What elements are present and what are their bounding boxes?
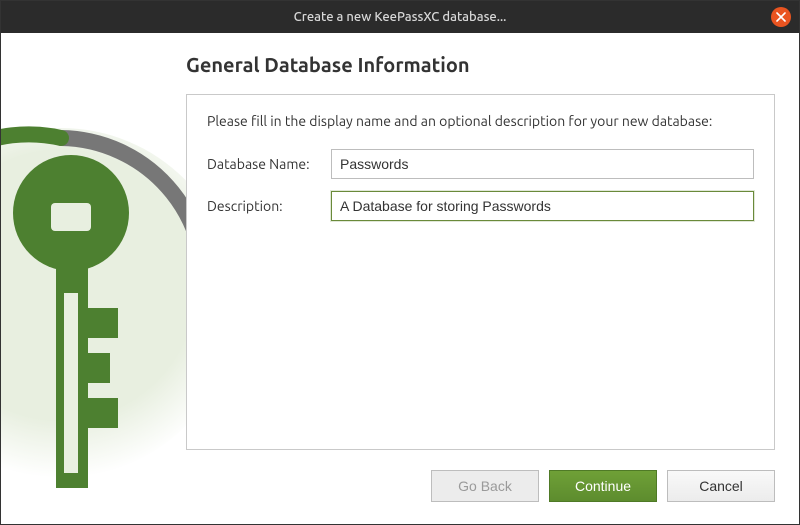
instruction-text: Please fill in the display name and an o…	[207, 113, 754, 129]
description-input[interactable]	[331, 191, 754, 221]
key-illustration	[1, 103, 211, 523]
close-button[interactable]	[771, 7, 791, 27]
cancel-button[interactable]: Cancel	[667, 470, 775, 502]
content-area: General Database Information Please fill…	[1, 33, 799, 524]
description-row: Description:	[207, 191, 754, 221]
form-card: Please fill in the display name and an o…	[186, 94, 775, 450]
close-icon	[776, 12, 786, 22]
continue-button[interactable]: Continue	[549, 470, 657, 502]
database-name-label: Database Name:	[207, 156, 331, 172]
go-back-button: Go Back	[431, 470, 539, 502]
database-name-input[interactable]	[331, 149, 754, 179]
titlebar: Create a new KeePassXC database...	[1, 1, 799, 33]
dialog-window: Create a new KeePassXC database...	[0, 0, 800, 525]
description-label: Description:	[207, 198, 331, 214]
window-title: Create a new KeePassXC database...	[294, 10, 507, 24]
main-panel: General Database Information Please fill…	[186, 53, 775, 454]
database-name-row: Database Name:	[207, 149, 754, 179]
button-row: Go Back Continue Cancel	[431, 470, 775, 502]
page-title: General Database Information	[186, 53, 775, 76]
